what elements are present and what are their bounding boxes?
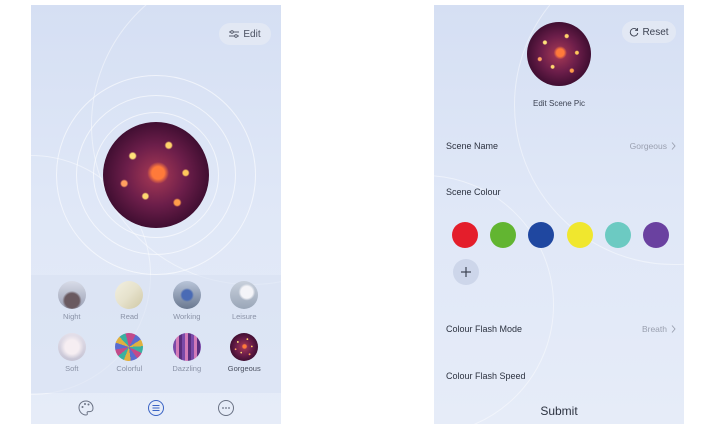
nav-palette[interactable] bbox=[77, 399, 95, 417]
colour-flash-speed-label: Colour Flash Speed bbox=[446, 371, 526, 381]
scene-item-gorgeous[interactable]: Gorgeous bbox=[216, 333, 274, 373]
colour-swatch[interactable] bbox=[490, 222, 517, 248]
scene-name-label: Scene Name bbox=[446, 141, 499, 151]
scene-list-screen: Edit Night Read Working Leisure Soft Col… bbox=[31, 5, 281, 424]
decorative-ring bbox=[434, 175, 554, 424]
scene-thumb bbox=[172, 281, 201, 309]
colour-flash-speed-row: Colour Flash Speed bbox=[446, 371, 676, 381]
current-scene-image bbox=[103, 122, 209, 228]
nav-more[interactable] bbox=[217, 399, 235, 417]
reset-button-label: Reset bbox=[642, 26, 669, 38]
scene-item-working[interactable]: Working bbox=[158, 281, 216, 321]
colour-flash-mode-label: Colour Flash Mode bbox=[446, 324, 523, 334]
scene-item-night[interactable]: Night bbox=[43, 281, 101, 321]
sliders-icon bbox=[229, 30, 240, 38]
scene-thumb bbox=[57, 333, 86, 361]
scene-grid: Night Read Working Leisure Soft Colorful… bbox=[43, 281, 273, 373]
palette-icon bbox=[78, 400, 94, 416]
scene-label: Read bbox=[120, 312, 139, 321]
colour-swatch[interactable] bbox=[604, 222, 631, 248]
colour-swatch[interactable] bbox=[528, 222, 555, 248]
submit-button[interactable]: Submit bbox=[434, 398, 684, 424]
scene-label: Working bbox=[173, 312, 201, 321]
scene-item-colorful[interactable]: Colorful bbox=[101, 333, 159, 373]
edit-scene-pic-label[interactable]: Edit Scene Pic bbox=[434, 99, 684, 108]
scene-label: Night bbox=[62, 312, 81, 321]
scene-thumb bbox=[172, 333, 201, 361]
scene-label: Leisure bbox=[231, 312, 257, 321]
scene-label: Colorful bbox=[116, 364, 143, 373]
scene-label: Dazzling bbox=[172, 364, 202, 373]
colour-swatches bbox=[452, 222, 669, 248]
chevron-right-icon bbox=[671, 325, 676, 333]
colour-flash-mode-value-text: Breath bbox=[641, 324, 667, 334]
scene-item-leisure[interactable]: Leisure bbox=[216, 281, 274, 321]
refresh-icon bbox=[630, 27, 639, 37]
nav-scene-list[interactable] bbox=[147, 399, 165, 417]
scene-item-read[interactable]: Read bbox=[101, 281, 159, 321]
plus-icon bbox=[461, 267, 471, 277]
colour-flash-mode-value: Breath bbox=[642, 324, 676, 334]
scene-thumb bbox=[230, 281, 259, 309]
edit-button-label: Edit bbox=[243, 28, 261, 40]
reset-button[interactable]: Reset bbox=[622, 21, 676, 43]
colour-swatch[interactable] bbox=[452, 222, 478, 248]
scene-colour-row: Scene Colour bbox=[446, 187, 676, 197]
scene-pic[interactable] bbox=[527, 22, 591, 86]
chevron-right-icon bbox=[671, 142, 676, 150]
scene-thumb bbox=[115, 281, 144, 309]
scene-thumb bbox=[57, 281, 86, 309]
scene-label: Gorgeous bbox=[227, 364, 261, 373]
scene-item-dazzling[interactable]: Dazzling bbox=[158, 333, 216, 373]
colour-swatch[interactable] bbox=[566, 222, 593, 248]
edit-scene-screen: Reset Edit Scene Pic Scene Name Gorgeous… bbox=[434, 5, 684, 424]
add-colour-button[interactable] bbox=[453, 259, 479, 285]
scene-name-row[interactable]: Scene Name Gorgeous bbox=[446, 141, 676, 151]
list-icon bbox=[148, 400, 164, 416]
bottom-nav bbox=[31, 392, 281, 424]
colour-swatch[interactable] bbox=[642, 222, 669, 248]
current-scene-display bbox=[56, 75, 256, 275]
more-icon bbox=[218, 400, 234, 416]
scene-item-soft[interactable]: Soft bbox=[43, 333, 101, 373]
scene-label: Soft bbox=[65, 364, 79, 373]
scene-name-value: Gorgeous bbox=[630, 141, 676, 151]
edit-button[interactable]: Edit bbox=[219, 23, 271, 45]
scene-thumb bbox=[115, 333, 144, 361]
colour-flash-mode-row[interactable]: Colour Flash Mode Breath bbox=[446, 324, 676, 334]
scene-thumb bbox=[230, 333, 259, 361]
scene-colour-label: Scene Colour bbox=[446, 187, 501, 197]
scene-name-value-text: Gorgeous bbox=[629, 141, 667, 151]
